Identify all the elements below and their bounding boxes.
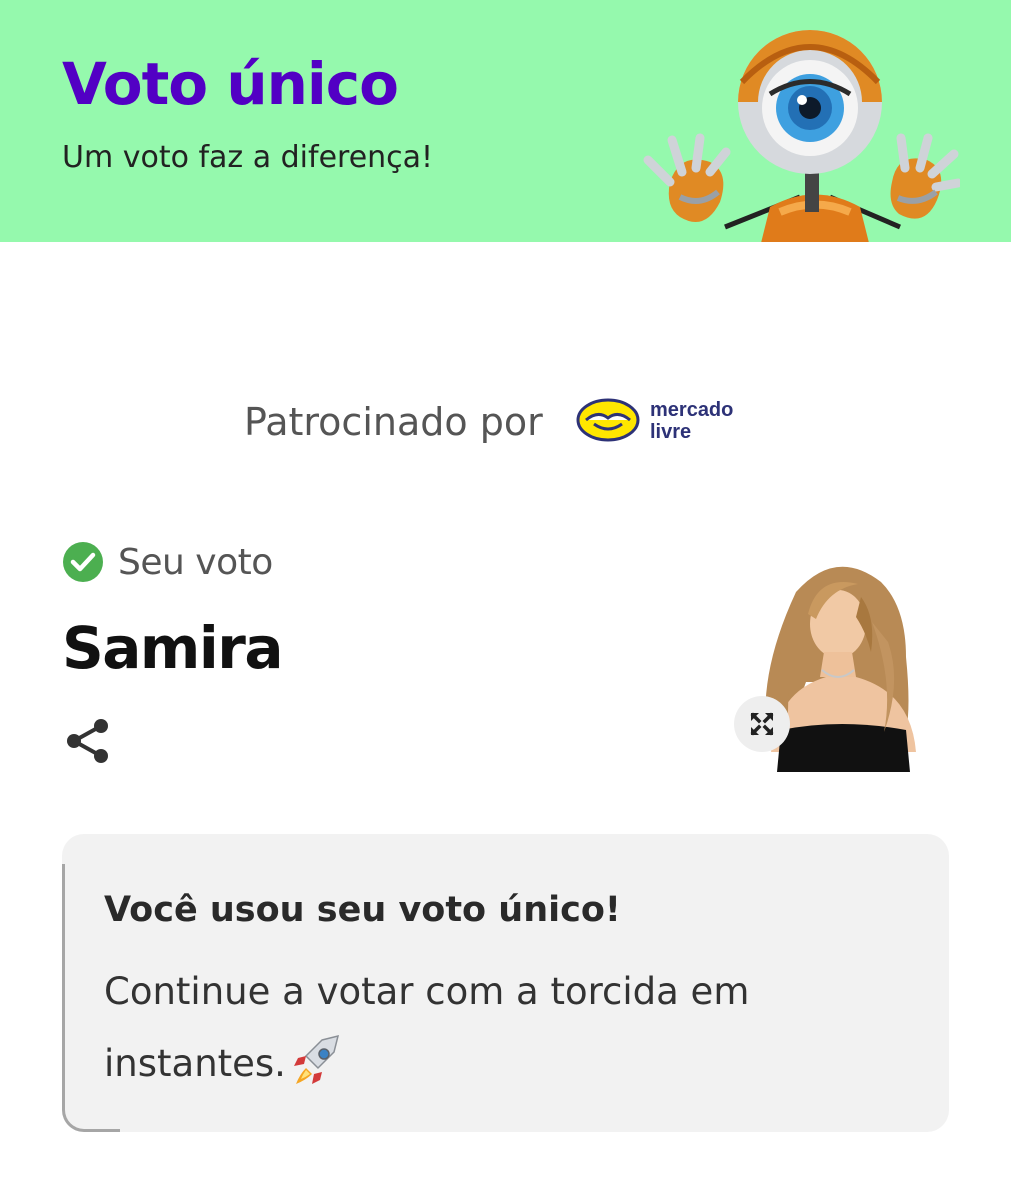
rocket-icon xyxy=(293,1034,339,1084)
share-icon[interactable] xyxy=(64,716,112,766)
expand-arrows-icon xyxy=(750,712,774,736)
check-circle-icon xyxy=(63,542,103,582)
page-title: Voto único xyxy=(62,50,399,118)
info-card: Você usou seu voto único! Continue a vot… xyxy=(62,834,949,1132)
info-card-title: Você usou seu voto único! xyxy=(104,890,621,930)
big-brother-eye-mascot-icon xyxy=(643,30,960,242)
vote-status-label: Seu voto xyxy=(118,541,273,583)
expand-icon[interactable] xyxy=(734,696,790,752)
vote-confirmation-page: Voto único Um voto faz a diferença! Patr… xyxy=(0,0,1011,1200)
handshake-icon xyxy=(576,398,640,442)
sponsor-section: Patrocinado por mercado livre xyxy=(0,390,1011,460)
mercado-livre-logo[interactable]: mercado livre xyxy=(576,394,766,446)
page-subtitle: Um voto faz a diferença! xyxy=(62,140,434,175)
header-banner: Voto único Um voto faz a diferença! xyxy=(0,0,1011,242)
logo-text-line2: livre xyxy=(650,421,691,443)
vote-status: Seu voto xyxy=(62,540,273,584)
sponsor-label: Patrocinado por xyxy=(244,400,543,444)
info-card-body-text: Continue a votar com a torcida em instan… xyxy=(104,970,750,1085)
candidate-name: Samira xyxy=(62,614,283,682)
logo-text-line1: mercado xyxy=(650,399,733,421)
info-card-body: Continue a votar com a torcida em instan… xyxy=(104,956,824,1100)
